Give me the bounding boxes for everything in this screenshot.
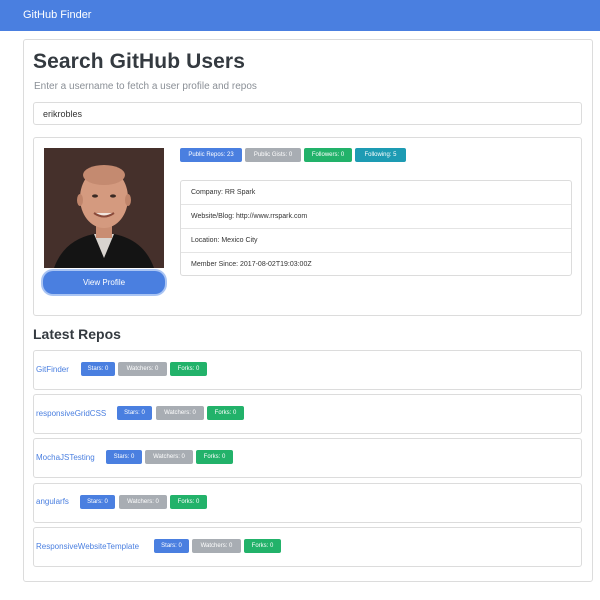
repo-watchers-badge: Watchers: 0	[118, 362, 167, 376]
repo-link[interactable]: responsiveGridCSS	[36, 409, 106, 418]
repo-stars-badge: Stars: 0	[81, 362, 115, 376]
repo-link[interactable]: angularfs	[36, 497, 69, 506]
public-repos-badge: Public Repos: 23	[180, 148, 242, 162]
member-since-item: Member Since: 2017-08-02T19:03:00Z	[181, 252, 571, 276]
repo-forks-badge: Forks: 0	[244, 539, 281, 553]
repo-watchers-badge: Watchers: 0	[119, 495, 167, 509]
repo-link[interactable]: ResponsiveWebsiteTemplate	[36, 542, 139, 551]
repo-forks-badge: Forks: 0	[207, 406, 244, 420]
website-item: Website/Blog: http://www.rrspark.com	[181, 204, 571, 228]
view-profile-button[interactable]: View Profile	[43, 271, 165, 294]
repo-forks-badge: Forks: 0	[196, 450, 233, 464]
page-title: Search GitHub Users	[33, 50, 245, 73]
public-gists-badge: Public Gists: 0	[245, 148, 301, 162]
avatar	[44, 148, 164, 268]
profile-info-list: Company: RR Spark Website/Blog: http://w…	[180, 180, 572, 276]
latest-repos-heading: Latest Repos	[33, 326, 121, 342]
search-input[interactable]	[33, 102, 582, 125]
repo-card	[33, 394, 582, 434]
repo-watchers-badge: Watchers: 0	[145, 450, 193, 464]
repo-card	[33, 350, 582, 390]
company-item: Company: RR Spark	[191, 189, 256, 196]
following-badge: Following: 5	[355, 148, 406, 162]
repo-watchers-badge: Watchers: 0	[192, 539, 241, 553]
repo-forks-badge: Forks: 0	[170, 495, 207, 509]
repo-stars-badge: Stars: 0	[106, 450, 142, 464]
location-item: Location: Mexico City	[181, 228, 571, 252]
navbar: GitHub Finder	[0, 0, 600, 31]
repo-stars-badge: Stars: 0	[154, 539, 189, 553]
repo-link[interactable]: GitFinder	[36, 365, 69, 374]
repo-link[interactable]: MochaJSTesting	[36, 453, 95, 462]
repo-card	[33, 483, 582, 523]
repo-stars-badge: Stars: 0	[117, 406, 152, 420]
page-subtitle: Enter a username to fetch a user profile…	[34, 81, 257, 92]
navbar-brand[interactable]: GitHub Finder	[23, 9, 91, 21]
avatar-photo	[44, 148, 164, 268]
followers-badge: Followers: 0	[304, 148, 352, 162]
repo-stars-badge: Stars: 0	[80, 495, 115, 509]
repo-watchers-badge: Watchers: 0	[156, 406, 204, 420]
repo-forks-badge: Forks: 0	[170, 362, 207, 376]
